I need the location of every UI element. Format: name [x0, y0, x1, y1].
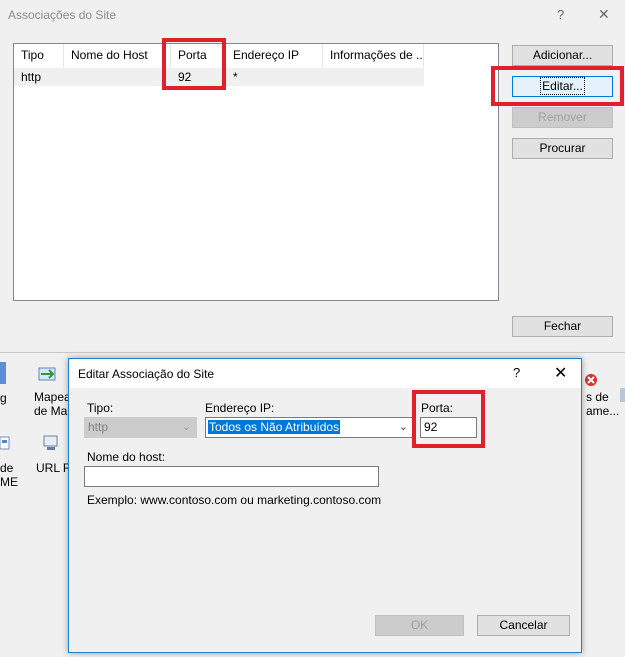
close-icon[interactable]: ✕ [554, 363, 567, 383]
edit-button[interactable]: Editar... [512, 76, 613, 97]
type-select[interactable]: http ⌄ [84, 417, 197, 438]
feature-label-cut-2: de [0, 461, 14, 475]
dialog-title: Editar Associação do Site [78, 367, 215, 381]
feature-label-mapea: Mapea [34, 390, 71, 404]
feature-label-cut-3: ME [0, 475, 18, 489]
feature-icon-edge [620, 388, 625, 402]
cell-porta: 92 [178, 70, 192, 84]
column-header-porta[interactable]: Porta [171, 44, 226, 67]
column-header-ip[interactable]: Endereço IP [226, 44, 323, 67]
browse-button[interactable]: Procurar [512, 138, 613, 159]
add-button[interactable]: Adicionar... [512, 45, 613, 66]
mime-icon [0, 436, 10, 450]
dialog-title: Associações do Site [8, 8, 117, 22]
cell-tipo: http [21, 70, 42, 84]
edit-button-label: Editar... [540, 77, 585, 95]
error-pages-icon [583, 372, 599, 388]
column-header-tipo[interactable]: Tipo [14, 44, 64, 67]
port-input[interactable]: 92 [420, 417, 477, 438]
feature-label-right-1: s de [586, 390, 609, 404]
feature-icon [0, 362, 6, 384]
close-icon[interactable]: ✕ [598, 6, 610, 23]
type-value: http [88, 420, 109, 434]
ip-address-label: Endereço IP: [205, 401, 275, 415]
column-header-info[interactable]: Informações de ... [323, 44, 424, 67]
help-icon[interactable]: ? [513, 365, 520, 380]
host-example-text: Exemplo: www.contoso.com ou marketing.co… [87, 493, 382, 507]
cell-ip: * [233, 70, 238, 84]
feature-label-mapea-2: de Ma [34, 404, 68, 418]
cancel-button[interactable]: Cancelar [477, 615, 570, 636]
ip-address-value: Todos os Não Atribuídos [208, 420, 341, 434]
close-button[interactable]: Fechar [512, 316, 613, 337]
remove-button[interactable]: Remover [512, 107, 613, 128]
port-label: Porta: [421, 401, 454, 415]
site-bindings-dialog: Associações do Site ? ✕ Tipo Nome do Hos… [0, 0, 625, 353]
dialog-titlebar: Editar Associação do Site ? ✕ [69, 359, 581, 388]
ip-address-select[interactable]: Todos os Não Atribuídos ⌄ [205, 417, 414, 438]
mapping-icon [37, 364, 59, 384]
chevron-down-icon: ⌄ [181, 421, 191, 433]
cell-info [323, 68, 424, 86]
column-header-host[interactable]: Nome do Host [64, 44, 171, 67]
chevron-down-icon: ⌄ [398, 421, 408, 433]
host-name-label: Nome do host: [87, 450, 166, 464]
bindings-list[interactable]: Tipo Nome do Host Porta Endereço IP Info… [13, 43, 499, 301]
host-name-input[interactable] [84, 466, 379, 487]
type-label: Tipo: [87, 401, 114, 415]
feature-label-cut: g [0, 391, 7, 405]
cell-host [64, 68, 171, 86]
ok-button[interactable]: OK [375, 615, 464, 636]
edit-site-binding-dialog: Editar Associação do Site ? ✕ Tipo: http… [68, 358, 582, 653]
url-rewrite-icon [42, 434, 60, 452]
feature-label-right-2: ame... [586, 404, 620, 418]
help-icon[interactable]: ? [557, 7, 564, 22]
